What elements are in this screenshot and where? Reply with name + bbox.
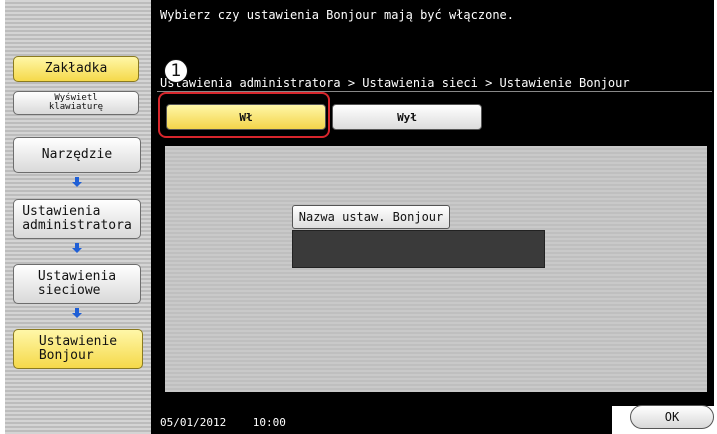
- date-text: 05/01/2012: [160, 416, 227, 429]
- instruction-message: Wybierz czy ustawienia Bonjour mają być …: [160, 8, 515, 22]
- tab-button[interactable]: Zakładka: [13, 56, 139, 82]
- date-time: 05/01/2012 10:00: [160, 416, 286, 429]
- bonjour-name-field[interactable]: [292, 230, 545, 268]
- bonjour-name-button[interactable]: Nazwa ustaw. Bonjour: [292, 205, 450, 229]
- sidebar-step-bonjour-setting[interactable]: Ustawienie Bonjour: [13, 329, 143, 369]
- selection-highlight: [158, 92, 330, 138]
- step-number-callout: 1: [164, 59, 188, 83]
- show-keyboard-button[interactable]: Wyświetl klawiaturę: [13, 91, 139, 115]
- settings-panel: [165, 146, 707, 392]
- ok-button[interactable]: OK: [630, 405, 714, 429]
- footer-sidebar: [5, 400, 151, 434]
- sidebar-step-admin-settings[interactable]: Ustawienia administratora: [13, 199, 141, 239]
- sidebar-step-network-settings[interactable]: Ustawienia sieciowe: [13, 264, 141, 304]
- breadcrumb: Ustawienia administratora > Ustawienia s…: [160, 76, 630, 90]
- bonjour-off-button[interactable]: Wył: [332, 104, 482, 130]
- sidebar-step-tools[interactable]: Narzędzie: [13, 137, 141, 173]
- time-text: 10:00: [252, 416, 286, 429]
